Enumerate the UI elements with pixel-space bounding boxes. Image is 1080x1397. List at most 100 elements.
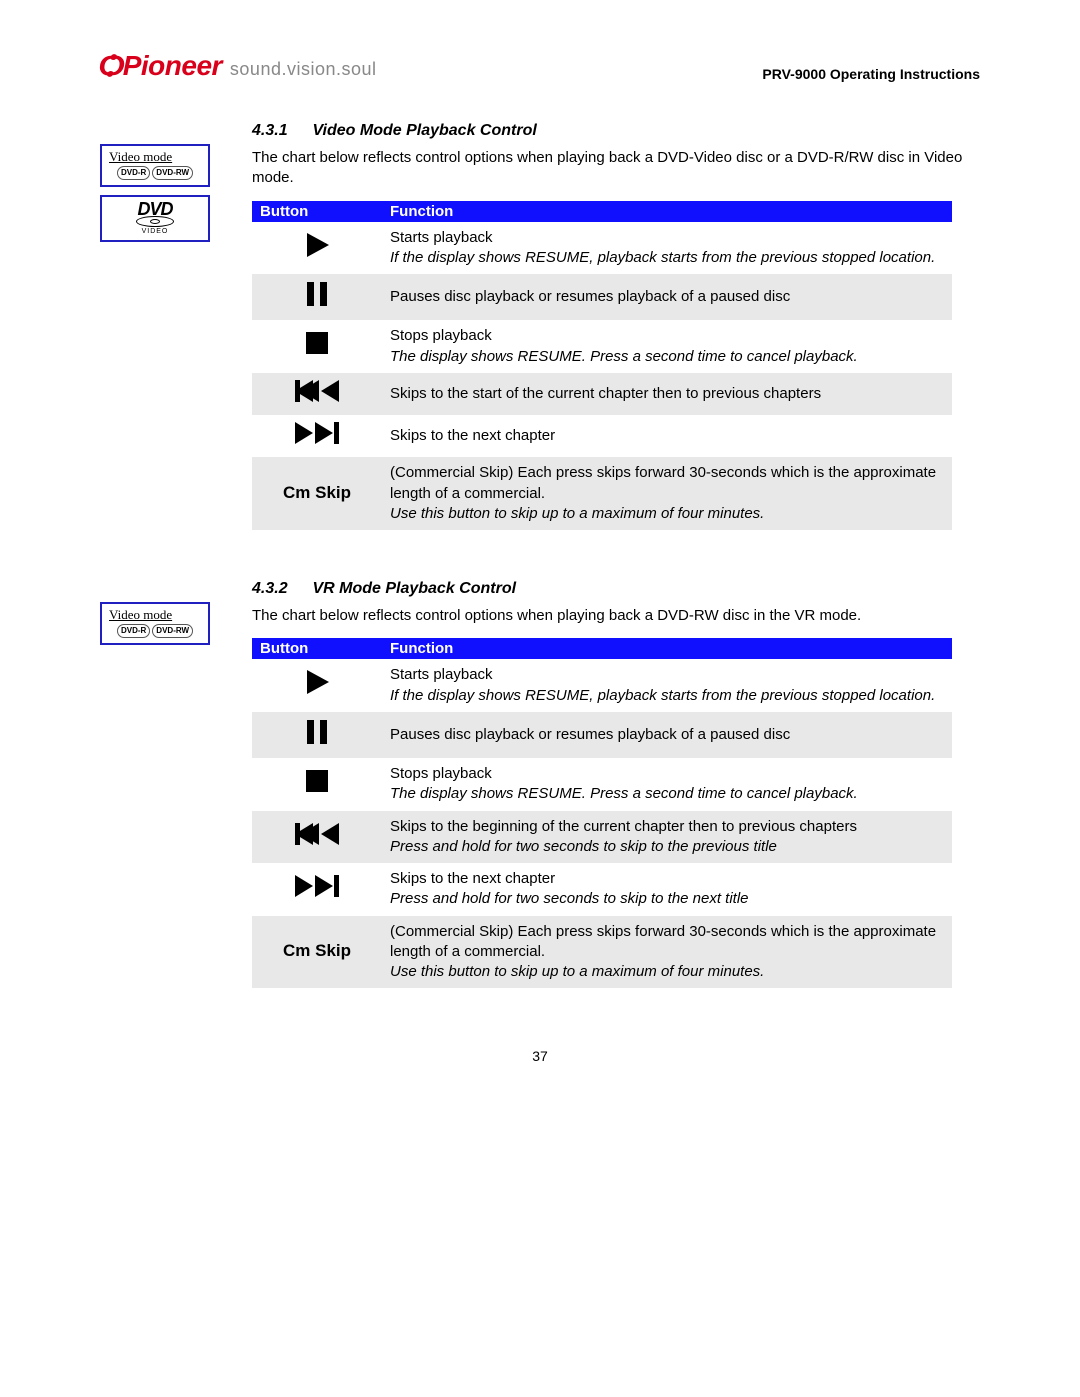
side-badges: Video mode DVD-R DVD-RW DVD VIDEO bbox=[100, 144, 210, 250]
next-track-icon bbox=[295, 421, 339, 445]
function-text: Skips to the beginning of the current ch… bbox=[390, 817, 944, 837]
video-mode-badge: Video mode DVD-R DVD-RW bbox=[100, 144, 210, 187]
function-text: Stops playback bbox=[390, 764, 944, 784]
section-video-mode: Video mode DVD-R DVD-RW DVD VIDEO 4.3.1 bbox=[100, 122, 980, 530]
stop-icon bbox=[304, 768, 330, 794]
video-mode-badge: Video mode DVD-R DVD-RW bbox=[100, 602, 210, 645]
section-intro: The chart below reflects control options… bbox=[252, 148, 980, 189]
function-note: The display shows RESUME. Press a second… bbox=[390, 784, 944, 804]
brand-tagline: sound.vision.soul bbox=[230, 59, 377, 80]
control-table: Button Function Starts playbackIf the di… bbox=[252, 638, 952, 988]
brand: ѺPioneer sound.vision.soul bbox=[100, 50, 377, 82]
table-body: Starts playbackIf the display shows RESU… bbox=[252, 659, 952, 988]
table-row: Skips to the start of the current chapte… bbox=[252, 373, 952, 415]
cm-skip-label: Cm Skip bbox=[283, 483, 351, 502]
table-row: Stops playbackThe display shows RESUME. … bbox=[252, 320, 952, 373]
function-cell: Stops playbackThe display shows RESUME. … bbox=[382, 320, 952, 373]
function-cell: Skips to the next chapter bbox=[382, 415, 952, 457]
function-cell: (Commercial Skip) Each press skips forwa… bbox=[382, 916, 952, 989]
dvd-rw-pill: DVD-RW bbox=[152, 166, 193, 180]
function-text: Pauses disc playback or resumes playback… bbox=[390, 287, 944, 307]
function-note: The display shows RESUME. Press a second… bbox=[390, 347, 944, 367]
button-cell bbox=[252, 415, 382, 457]
page-header: ѺPioneer sound.vision.soul PRV-9000 Oper… bbox=[100, 50, 980, 82]
button-cell bbox=[252, 712, 382, 758]
function-text: Starts playback bbox=[390, 665, 944, 685]
pause-icon bbox=[305, 280, 329, 314]
dvd-video-badge: DVD VIDEO bbox=[100, 195, 210, 242]
function-note: Use this button to skip up to a maximum … bbox=[390, 504, 944, 524]
table-row: Cm Skip (Commercial Skip) Each press skip… bbox=[252, 457, 952, 530]
side-badges: Video mode DVD-R DVD-RW bbox=[100, 602, 210, 653]
button-cell bbox=[252, 659, 382, 712]
button-cell bbox=[252, 222, 382, 275]
button-cell bbox=[252, 758, 382, 811]
function-text: (Commercial Skip) Each press skips forwa… bbox=[390, 922, 944, 963]
video-mode-label: Video mode bbox=[106, 607, 204, 623]
stop-icon bbox=[304, 330, 330, 356]
brand-logo: ѺPioneer bbox=[100, 50, 222, 82]
th-function: Function bbox=[382, 638, 952, 659]
function-note: If the display shows RESUME, playback st… bbox=[390, 686, 944, 706]
play-icon bbox=[303, 231, 331, 265]
pause-icon bbox=[305, 280, 329, 308]
button-cell bbox=[252, 811, 382, 864]
disc-pills: DVD-R DVD-RW bbox=[106, 624, 204, 638]
button-cell bbox=[252, 373, 382, 415]
prev-icon bbox=[295, 822, 339, 852]
table-row: Skips to the beginning of the current ch… bbox=[252, 811, 952, 864]
prev-icon bbox=[295, 379, 339, 409]
content: Video mode DVD-R DVD-RW DVD VIDEO 4.3.1 bbox=[100, 122, 980, 988]
function-cell: Skips to the start of the current chapte… bbox=[382, 373, 952, 415]
dvd-r-pill: DVD-R bbox=[117, 166, 150, 180]
table-row: Skips to the next chapter bbox=[252, 415, 952, 457]
section-title: VR Mode Playback Control bbox=[312, 580, 516, 597]
table-body: Starts playbackIf the display shows RESU… bbox=[252, 222, 952, 531]
table-row: Pauses disc playback or resumes playback… bbox=[252, 274, 952, 320]
prev-track-icon bbox=[295, 379, 339, 403]
table-header-row: Button Function bbox=[252, 638, 952, 659]
function-cell: Pauses disc playback or resumes playback… bbox=[382, 274, 952, 320]
pause-icon bbox=[305, 718, 329, 746]
prev-track-icon bbox=[295, 822, 339, 846]
dvd-video-text: VIDEO bbox=[142, 228, 169, 235]
dvd-rw-pill: DVD-RW bbox=[152, 624, 193, 638]
button-cell: Cm Skip bbox=[252, 916, 382, 989]
th-function: Function bbox=[382, 201, 952, 222]
control-table: Button Function Starts playbackIf the di… bbox=[252, 201, 952, 531]
function-text: (Commercial Skip) Each press skips forwa… bbox=[390, 463, 944, 504]
brand-name: Pioneer bbox=[123, 50, 222, 81]
pause-icon bbox=[305, 718, 329, 752]
button-cell bbox=[252, 274, 382, 320]
table-header-row: Button Function bbox=[252, 201, 952, 222]
section-number: 4.3.2 bbox=[252, 580, 308, 598]
function-text: Stops playback bbox=[390, 326, 944, 346]
function-text: Pauses disc playback or resumes playback… bbox=[390, 725, 944, 745]
table-row: Stops playbackThe display shows RESUME. … bbox=[252, 758, 952, 811]
function-cell: Skips to the next chapterPress and hold … bbox=[382, 863, 952, 916]
section-title: Video Mode Playback Control bbox=[312, 122, 536, 139]
stop-icon bbox=[304, 330, 330, 362]
button-cell: Cm Skip bbox=[252, 457, 382, 530]
table-row: Starts playbackIf the display shows RESU… bbox=[252, 222, 952, 275]
page-number: 37 bbox=[100, 1048, 980, 1064]
function-cell: Starts playbackIf the display shows RESU… bbox=[382, 659, 952, 712]
play-icon bbox=[303, 668, 331, 696]
disc-pills: DVD-R DVD-RW bbox=[106, 166, 204, 180]
function-note: Press and hold for two seconds to skip t… bbox=[390, 837, 944, 857]
function-text: Skips to the next chapter bbox=[390, 869, 944, 889]
button-cell bbox=[252, 863, 382, 916]
section-vr-mode: Video mode DVD-R DVD-RW 4.3.2 VR Mode Pl… bbox=[100, 580, 980, 988]
next-icon bbox=[295, 421, 339, 451]
table-row: Pauses disc playback or resumes playback… bbox=[252, 712, 952, 758]
function-cell: Skips to the beginning of the current ch… bbox=[382, 811, 952, 864]
play-icon bbox=[303, 231, 331, 259]
section-heading: 4.3.1 Video Mode Playback Control bbox=[252, 122, 980, 140]
function-text: Skips to the next chapter bbox=[390, 426, 944, 446]
doc-title: PRV-9000 Operating Instructions bbox=[762, 66, 980, 82]
table-row: Cm Skip(Commercial Skip) Each press skip… bbox=[252, 916, 952, 989]
th-button: Button bbox=[252, 201, 382, 222]
table-row: Skips to the next chapterPress and hold … bbox=[252, 863, 952, 916]
dvd-r-pill: DVD-R bbox=[117, 624, 150, 638]
th-button: Button bbox=[252, 638, 382, 659]
